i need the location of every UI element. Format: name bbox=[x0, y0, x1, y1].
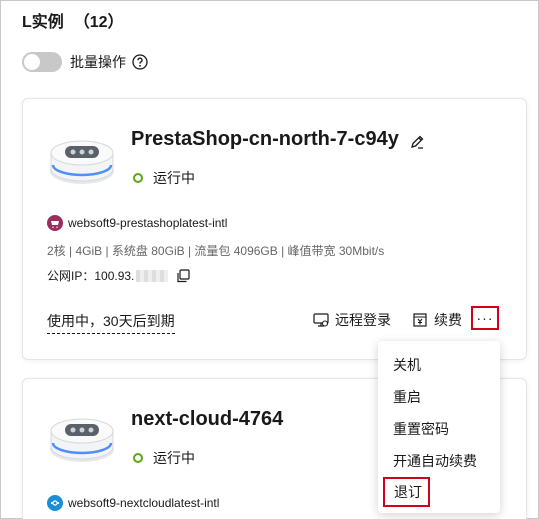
instance-status: 运行中 bbox=[133, 448, 195, 468]
status-text: 运行中 bbox=[153, 170, 195, 186]
instance-specs: 2核 | 4GiB | 系统盘 80GiB | 流量包 4096GB | 峰值带… bbox=[47, 244, 385, 258]
more-actions-dropdown: 关机 重启 重置密码 开通自动续费 退订 bbox=[378, 341, 500, 513]
prestashop-icon bbox=[47, 215, 63, 231]
renew-button[interactable]: 续费 bbox=[412, 310, 462, 330]
monitor-icon bbox=[313, 313, 329, 327]
help-icon[interactable] bbox=[132, 54, 148, 70]
public-ip-value: 100.93. bbox=[94, 268, 135, 283]
instance-name[interactable]: next-cloud-4764 bbox=[131, 408, 283, 431]
expire-info[interactable]: 使用中，30天后到期 bbox=[47, 311, 175, 334]
image-name: websoft9-prestashoplatest-intl bbox=[68, 216, 228, 230]
status-text: 运行中 bbox=[153, 450, 195, 466]
public-ip-label: 公网IP： bbox=[47, 269, 95, 283]
copy-icon[interactable] bbox=[176, 268, 190, 283]
batch-operation-row: 批量操作 bbox=[22, 50, 148, 74]
more-actions-button[interactable]: ··· bbox=[471, 306, 499, 330]
image-info: websoft9-prestashoplatest-intl bbox=[47, 215, 227, 231]
renew-icon bbox=[413, 313, 427, 327]
nextcloud-icon bbox=[47, 495, 63, 511]
server-icon bbox=[50, 140, 114, 184]
instance-card: PrestaShop-cn-north-7-c94y 运行中 websoft9-… bbox=[22, 98, 527, 360]
toggle-knob bbox=[24, 54, 40, 70]
page-title-text: L实例 bbox=[22, 14, 64, 31]
menu-item-restart[interactable]: 重启 bbox=[378, 381, 500, 413]
status-dot-icon bbox=[133, 173, 143, 183]
menu-item-enable-auto-renew[interactable]: 开通自动续费 bbox=[378, 445, 500, 477]
status-dot-icon bbox=[133, 453, 143, 463]
image-name: websoft9-nextcloudlatest-intl bbox=[68, 496, 220, 510]
image-info: websoft9-nextcloudlatest-intl bbox=[47, 495, 219, 511]
instance-status: 运行中 bbox=[133, 168, 195, 188]
instance-count: （12） bbox=[73, 14, 124, 31]
edit-icon[interactable] bbox=[409, 134, 425, 150]
renew-label: 续费 bbox=[434, 312, 462, 328]
menu-item-reset-password[interactable]: 重置密码 bbox=[378, 413, 500, 445]
server-icon bbox=[50, 418, 114, 462]
batch-operation-label: 批量操作 bbox=[70, 54, 126, 70]
instance-name[interactable]: PrestaShop-cn-north-7-c94y bbox=[131, 128, 399, 151]
public-ip-row: 公网IP： 100.93. bbox=[47, 267, 190, 284]
ip-mask bbox=[136, 269, 169, 282]
menu-item-shutdown[interactable]: 关机 bbox=[378, 349, 500, 381]
batch-operation-toggle[interactable] bbox=[22, 52, 62, 72]
menu-item-unsubscribe[interactable]: 退订 bbox=[383, 477, 430, 507]
page-title: L实例 （12） bbox=[22, 8, 124, 32]
remote-login-label: 远程登录 bbox=[335, 312, 391, 328]
remote-login-button[interactable]: 远程登录 bbox=[313, 310, 391, 330]
